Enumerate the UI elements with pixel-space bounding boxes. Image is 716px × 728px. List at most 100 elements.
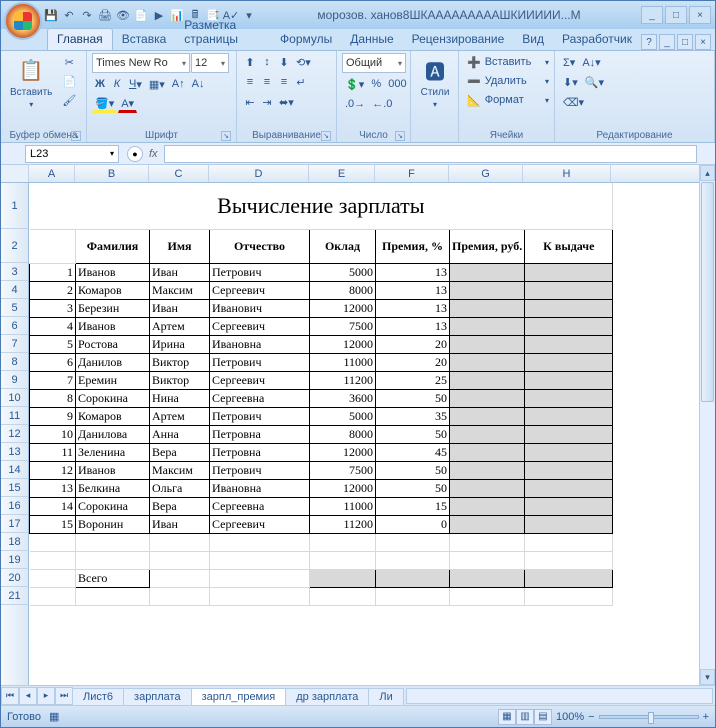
header-cell[interactable] bbox=[30, 229, 76, 263]
scroll-thumb[interactable] bbox=[701, 182, 714, 402]
empty-cell[interactable] bbox=[376, 587, 450, 605]
sheet-tab[interactable]: Ли bbox=[368, 688, 403, 705]
data-cell[interactable]: 13 bbox=[30, 479, 76, 497]
total-cell[interactable] bbox=[30, 569, 76, 587]
fill[interactable]: ⬇▾ bbox=[560, 73, 581, 91]
ribbon-tab[interactable]: Главная bbox=[47, 28, 113, 50]
data-cell[interactable] bbox=[450, 515, 525, 533]
column-header[interactable]: D bbox=[209, 165, 309, 182]
copy-button[interactable]: 📄 bbox=[59, 72, 79, 90]
zoom-in[interactable]: + bbox=[703, 711, 709, 723]
shrink-font-button[interactable]: A↓ bbox=[189, 75, 208, 93]
data-cell[interactable]: 11000 bbox=[310, 353, 376, 371]
data-cell[interactable]: 7500 bbox=[310, 461, 376, 479]
data-cell[interactable]: Петрович bbox=[210, 407, 310, 425]
data-cell[interactable] bbox=[525, 461, 613, 479]
column-header[interactable]: B bbox=[75, 165, 149, 182]
data-cell[interactable]: 13 bbox=[376, 317, 450, 335]
data-cell[interactable]: Данилов bbox=[76, 353, 150, 371]
align-mid[interactable]: ↕ bbox=[259, 53, 275, 71]
data-cell[interactable] bbox=[450, 335, 525, 353]
sheet-tab[interactable]: Лист6 bbox=[72, 688, 124, 705]
header-cell[interactable]: Фамилия bbox=[76, 229, 150, 263]
currency[interactable]: 💲▾ bbox=[342, 75, 367, 93]
row-header[interactable]: 6 bbox=[1, 317, 28, 335]
column-header[interactable]: A bbox=[29, 165, 75, 182]
row-header[interactable]: 12 bbox=[1, 425, 28, 443]
data-cell[interactable]: Иванов bbox=[76, 263, 150, 281]
data-cell[interactable]: Комаров bbox=[76, 407, 150, 425]
data-cell[interactable]: 20 bbox=[376, 353, 450, 371]
data-cell[interactable]: 11 bbox=[30, 443, 76, 461]
data-cell[interactable]: 35 bbox=[376, 407, 450, 425]
data-cell[interactable] bbox=[525, 263, 613, 281]
sheet-tab[interactable]: зарплата bbox=[123, 688, 192, 705]
border-button[interactable]: ▦▾ bbox=[146, 75, 168, 93]
name-box[interactable]: L23▾ bbox=[25, 145, 119, 163]
column-header[interactable]: G bbox=[449, 165, 523, 182]
qat-button[interactable]: 👁 bbox=[115, 7, 131, 23]
data-cell[interactable]: Максим bbox=[150, 281, 210, 299]
empty-cell[interactable] bbox=[150, 587, 210, 605]
data-cell[interactable] bbox=[525, 281, 613, 299]
row-header[interactable]: 18 bbox=[1, 533, 28, 551]
header-cell[interactable]: Имя bbox=[150, 229, 210, 263]
data-cell[interactable]: Сергеевич bbox=[210, 281, 310, 299]
qat-button[interactable]: ↷ bbox=[79, 7, 95, 23]
data-cell[interactable]: Петровна bbox=[210, 425, 310, 443]
total-cell[interactable] bbox=[525, 569, 613, 587]
ribbon-tab[interactable]: Формулы bbox=[271, 29, 341, 50]
data-cell[interactable] bbox=[450, 461, 525, 479]
data-cell[interactable]: 9 bbox=[30, 407, 76, 425]
macro-icon[interactable]: ▦ bbox=[49, 710, 59, 723]
data-cell[interactable]: 14 bbox=[30, 497, 76, 515]
empty-cell[interactable] bbox=[525, 551, 613, 569]
data-cell[interactable]: Артем bbox=[150, 407, 210, 425]
data-cell[interactable]: 12 bbox=[30, 461, 76, 479]
row-header[interactable]: 5 bbox=[1, 299, 28, 317]
vertical-scrollbar[interactable]: ▴ ▾ bbox=[699, 165, 715, 685]
empty-cell[interactable] bbox=[450, 551, 525, 569]
delete-cells[interactable]: ➖Удалить▾ bbox=[464, 72, 549, 90]
data-cell[interactable]: Петрович bbox=[210, 353, 310, 371]
empty-cell[interactable] bbox=[30, 533, 76, 551]
header-cell[interactable]: Отчество bbox=[210, 229, 310, 263]
data-cell[interactable]: Анна bbox=[150, 425, 210, 443]
close-button[interactable]: × bbox=[689, 6, 711, 24]
data-cell[interactable] bbox=[450, 299, 525, 317]
row-header[interactable]: 2 bbox=[1, 229, 28, 263]
header-cell[interactable]: Премия, % bbox=[376, 229, 450, 263]
data-cell[interactable] bbox=[525, 425, 613, 443]
format-cells[interactable]: 📐Формат▾ bbox=[464, 91, 549, 109]
data-cell[interactable]: 50 bbox=[376, 425, 450, 443]
sort-filter[interactable]: A↓▾ bbox=[579, 53, 603, 71]
data-cell[interactable] bbox=[450, 389, 525, 407]
underline-button[interactable]: Ч▾ bbox=[126, 75, 145, 93]
data-cell[interactable]: Артем bbox=[150, 317, 210, 335]
empty-cell[interactable] bbox=[376, 533, 450, 551]
scroll-down-icon[interactable]: ▾ bbox=[700, 669, 715, 685]
data-cell[interactable]: 3600 bbox=[310, 389, 376, 407]
ribbon-tab[interactable]: Данные bbox=[341, 29, 402, 50]
empty-cell[interactable] bbox=[30, 587, 76, 605]
autosum[interactable]: Σ▾ bbox=[560, 53, 578, 71]
empty-cell[interactable] bbox=[310, 587, 376, 605]
data-cell[interactable]: Сергеевна bbox=[210, 389, 310, 407]
data-cell[interactable] bbox=[450, 317, 525, 335]
data-cell[interactable]: 50 bbox=[376, 461, 450, 479]
data-cell[interactable]: Петрович bbox=[210, 461, 310, 479]
total-cell[interactable]: Всего bbox=[76, 569, 150, 587]
row-header[interactable]: 13 bbox=[1, 443, 28, 461]
qat-button[interactable]: 🖨 bbox=[97, 7, 113, 23]
data-cell[interactable]: 5000 bbox=[310, 407, 376, 425]
data-cell[interactable]: Зеленина bbox=[76, 443, 150, 461]
empty-cell[interactable] bbox=[450, 587, 525, 605]
restore-doc-button[interactable]: □ bbox=[677, 34, 693, 50]
paste-button[interactable]: 📋 Вставить ▾ bbox=[6, 53, 56, 111]
data-cell[interactable] bbox=[450, 263, 525, 281]
header-cell[interactable]: Премия, руб. bbox=[450, 229, 525, 263]
tab-first[interactable]: ⏮ bbox=[1, 687, 19, 705]
data-cell[interactable]: Ивановна bbox=[210, 335, 310, 353]
sheet-tab[interactable]: зарпл_премия bbox=[191, 688, 287, 705]
row-header[interactable]: 10 bbox=[1, 389, 28, 407]
